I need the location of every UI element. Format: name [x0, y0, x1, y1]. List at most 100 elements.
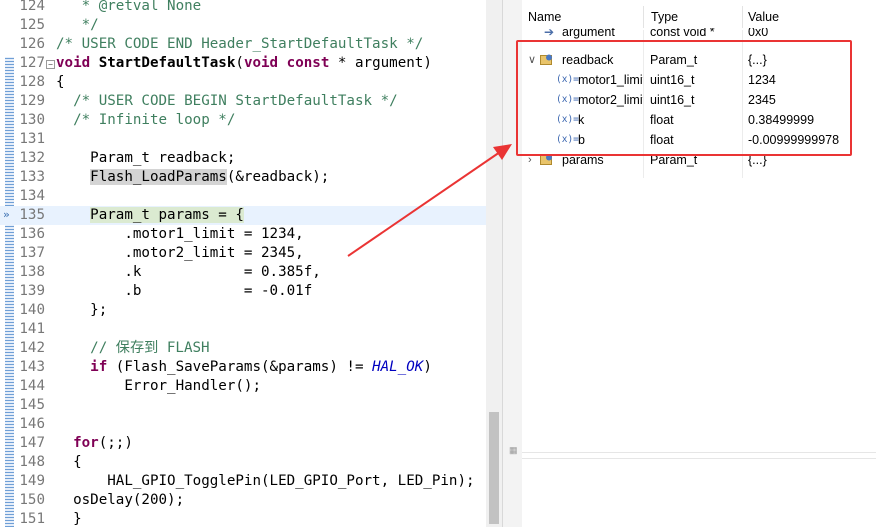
column-header-value[interactable]: Value: [748, 10, 779, 24]
code-line[interactable]: 124 * @retval None: [0, 0, 486, 16]
variable-icon: (x)=: [556, 134, 579, 145]
line-number: 134: [19, 188, 45, 204]
code-token: * argument): [329, 55, 432, 71]
variable-row[interactable]: ∨ readback Param_t {...}: [522, 50, 876, 70]
variable-value[interactable]: {...}: [748, 150, 874, 170]
line-number: 133: [19, 169, 45, 185]
code-line[interactable]: 127− void StartDefaultTask(void const * a…: [0, 54, 486, 73]
code-line[interactable]: 126 /* USER CODE END Header_StartDefaultT…: [0, 35, 486, 54]
code-line[interactable]: 128 {: [0, 73, 486, 92]
line-number: 141: [19, 321, 45, 337]
code-line[interactable]: 140 };: [0, 301, 486, 320]
code-token: .motor2_limit = 2345,: [56, 245, 304, 261]
code-line[interactable]: 134: [0, 187, 486, 206]
code-line[interactable]: 125 */: [0, 16, 486, 35]
variable-type: float: [650, 113, 674, 127]
code-token: */: [56, 17, 99, 33]
code-line[interactable]: 129 /* USER CODE BEGIN StartDefaultTask …: [0, 92, 486, 111]
code-token: {: [56, 454, 82, 470]
column-separator[interactable]: [742, 6, 743, 28]
code-token: if: [90, 359, 108, 375]
column-separator[interactable]: [643, 6, 644, 28]
variable-value[interactable]: -0.00999999978: [748, 130, 874, 150]
code-text: if (Flash_SaveParams(&params) != HAL_OK): [56, 358, 432, 377]
code-token: Flash_LoadParams: [90, 169, 227, 185]
variable-value[interactable]: 0.38499999: [748, 110, 874, 130]
variable-type: Param_t: [650, 53, 698, 67]
code-line[interactable]: 143 if (Flash_SaveParams(&params) != HAL…: [0, 358, 486, 377]
code-line[interactable]: 151 }: [0, 510, 486, 527]
code-token: // 保存到 FLASH: [56, 340, 210, 356]
code-line[interactable]: 137 .motor2_limit = 2345,: [0, 244, 486, 263]
variable-icon: (x)=: [556, 94, 579, 105]
code-text: };: [56, 301, 107, 320]
editor-scrollbar-thumb[interactable]: [489, 412, 499, 524]
splitter-grip-icon[interactable]: ▦: [509, 446, 518, 455]
code-line[interactable]: 142 // 保存到 FLASH: [0, 339, 486, 358]
variable-value[interactable]: 2345: [748, 90, 874, 110]
line-number: 149: [19, 473, 45, 489]
variable-row[interactable]: (x)= motor1_limit uint16_t 1234: [522, 70, 876, 90]
variables-view: Name Type Value ➔ argument const void * 0x0…: [522, 0, 876, 527]
code-line[interactable]: 145: [0, 396, 486, 415]
code-line[interactable]: 147 for(;;): [0, 434, 486, 453]
code-token: Param_t params = {: [90, 207, 244, 223]
code-text: * @retval None: [56, 0, 202, 16]
code-line[interactable]: 141: [0, 320, 486, 339]
variable-row[interactable]: (x)= motor2_limit uint16_t 2345: [522, 90, 876, 110]
code-line[interactable]: 133 Flash_LoadParams(&readback);: [0, 168, 486, 187]
code-line[interactable]: 132 Param_t readback;: [0, 149, 486, 168]
code-line[interactable]: 136 .motor1_limit = 1234,: [0, 225, 486, 244]
variable-name: motor1_limit: [578, 73, 643, 87]
code-line[interactable]: 150 osDelay(200);: [0, 491, 486, 510]
code-line[interactable]: 135 » Param_t params = {: [0, 206, 486, 225]
line-number: 140: [19, 302, 45, 318]
code-token: }: [56, 511, 82, 527]
variable-value[interactable]: {...}: [748, 50, 874, 70]
variable-row[interactable]: › params Param_t {...}: [522, 150, 876, 170]
code-token: None: [158, 0, 202, 14]
editor-vertical-scrollbar[interactable]: [486, 0, 502, 527]
variable-row[interactable]: (x)= k float 0.38499999: [522, 110, 876, 130]
line-number: 135: [19, 207, 45, 223]
expand-chevron-down-icon[interactable]: ∨: [528, 50, 536, 70]
detail-pane[interactable]: [522, 459, 876, 527]
code-token: const: [286, 55, 330, 71]
code-line[interactable]: 131: [0, 130, 486, 149]
detail-pane-separator[interactable]: [522, 452, 876, 453]
variable-value[interactable]: 0x0: [748, 28, 874, 40]
expand-chevron-right-icon[interactable]: ›: [528, 150, 532, 170]
code-token: .k = 0.385f,: [56, 264, 321, 280]
code-line[interactable]: 149 HAL_GPIO_TogglePin(LED_GPIO_Port, LE…: [0, 472, 486, 491]
code-line[interactable]: 148 {: [0, 453, 486, 472]
variable-value[interactable]: 1234: [748, 70, 874, 90]
column-header-name[interactable]: Name: [528, 10, 561, 24]
variable-name: argument: [562, 28, 615, 39]
line-number: 145: [19, 397, 45, 413]
line-number: 132: [19, 150, 45, 166]
code-token: {: [56, 74, 65, 90]
variable-row[interactable]: (x)= b float -0.00999999978: [522, 130, 876, 150]
view-splitter[interactable]: ▦: [502, 0, 523, 527]
code-line[interactable]: 130 /* Infinite loop */: [0, 111, 486, 130]
code-token: /* USER CODE END Header_StartDefaultTask…: [56, 36, 424, 52]
code-editor[interactable]: 124 * @retval None 125 */126/* USER CODE …: [0, 0, 502, 527]
code-text: Param_t params = {: [56, 206, 244, 225]
code-line[interactable]: 146: [0, 415, 486, 434]
code-token: Error_Handler();: [56, 378, 261, 394]
code-line[interactable]: 144 Error_Handler();: [0, 377, 486, 396]
line-number: 136: [19, 226, 45, 242]
code-text: {: [56, 73, 65, 92]
code-line[interactable]: 139 .b = -0.01f: [0, 282, 486, 301]
code-line[interactable]: 138 .k = 0.385f,: [0, 263, 486, 282]
code-text: .b = -0.01f: [56, 282, 312, 301]
code-token: (Flash_SaveParams(&params) !=: [107, 359, 373, 375]
fold-toggle-icon[interactable]: −: [46, 60, 55, 69]
column-header-type[interactable]: Type: [651, 10, 678, 24]
line-number: 150: [19, 492, 45, 508]
variable-row[interactable]: ➔ argument const void * 0x0: [522, 28, 876, 40]
